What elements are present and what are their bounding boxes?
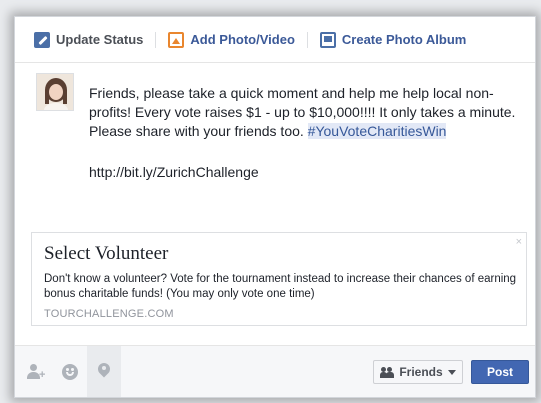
status-body: Friends, please take a quick moment and … (89, 85, 516, 139)
album-icon (319, 31, 336, 48)
composer-footer: + Friends Post (15, 345, 535, 397)
pencil-icon (34, 31, 50, 48)
feeling-button[interactable] (53, 346, 87, 397)
tab-divider (306, 31, 308, 48)
post-button[interactable]: Post (471, 360, 529, 384)
tab-divider (155, 31, 157, 48)
tab-label: Update Status (56, 32, 144, 47)
tab-label: Create Photo Album (341, 32, 467, 47)
tag-friends-button[interactable]: + (19, 346, 53, 397)
tab-label: Add Photo/Video (190, 32, 295, 47)
status-composer: Update Status Add Photo/Video Create Pho… (14, 16, 536, 398)
photo-icon (168, 31, 185, 48)
audience-label: Friends (399, 365, 443, 379)
status-text[interactable]: Friends, please take a quick moment and … (89, 84, 529, 141)
location-pin-icon (95, 360, 113, 380)
friends-icon (380, 366, 395, 378)
audience-selector[interactable]: Friends (373, 360, 463, 384)
location-button[interactable] (87, 346, 121, 397)
tab-create-photo-album[interactable]: Create Photo Album (319, 31, 467, 48)
chevron-down-icon (447, 369, 456, 375)
status-link[interactable]: http://bit.ly/ZurichChallenge (89, 164, 259, 180)
avatar (36, 73, 74, 111)
preview-description: Don't know a volunteer? Vote for the tou… (44, 273, 517, 300)
link-preview-card[interactable]: Select Volunteer Don't know a volunteer?… (31, 232, 527, 326)
hashtag[interactable]: #YouVoteCharitiesWin (307, 123, 447, 139)
close-icon[interactable]: × (516, 236, 522, 248)
preview-title: Select Volunteer (44, 243, 169, 264)
tab-update-status[interactable]: Update Status (34, 31, 144, 48)
smiley-icon (62, 363, 78, 380)
tab-add-photo-video[interactable]: Add Photo/Video (168, 31, 295, 48)
composer-tabs: Update Status Add Photo/Video Create Pho… (15, 17, 535, 63)
tag-person-icon: + (27, 363, 45, 380)
preview-domain: TOURCHALLENGE.COM (44, 308, 174, 320)
